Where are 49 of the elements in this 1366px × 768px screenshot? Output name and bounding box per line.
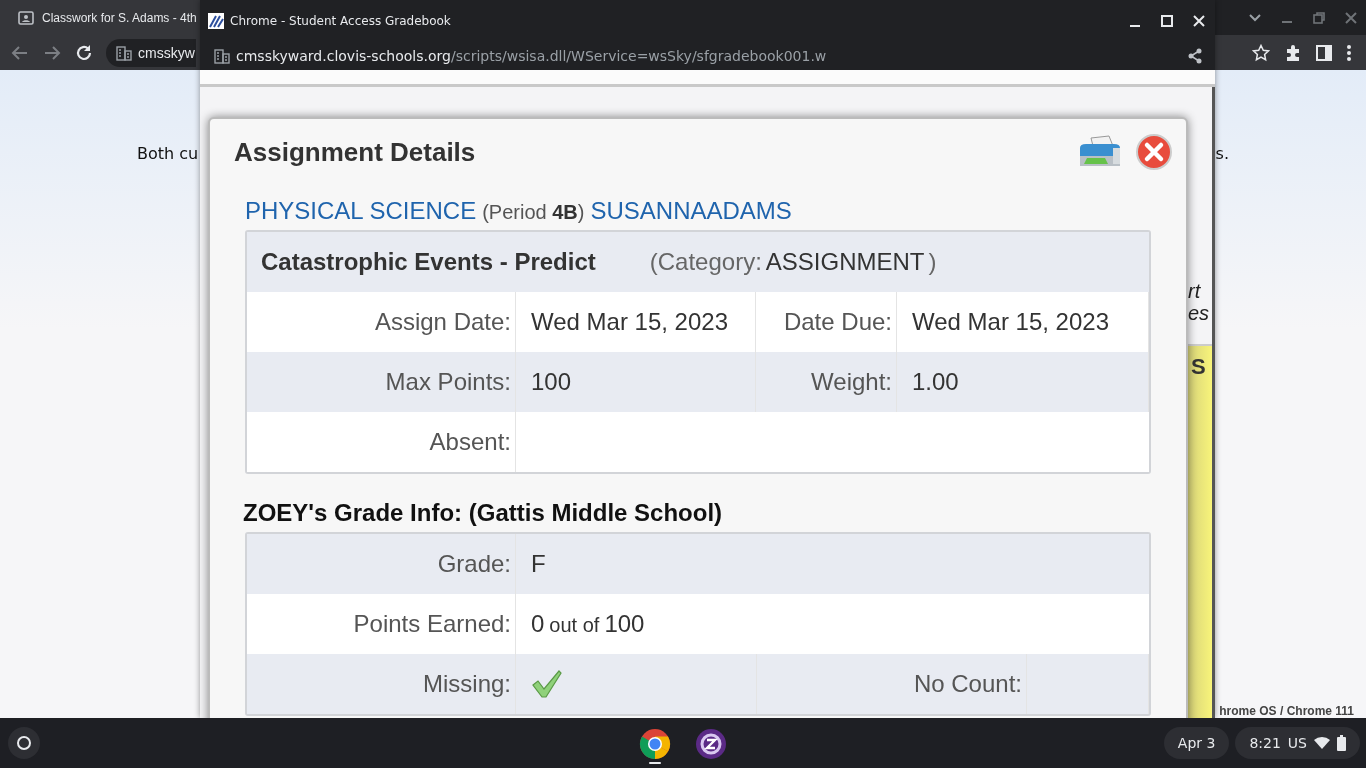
locale-text: US bbox=[1287, 735, 1307, 751]
menu-icon[interactable] bbox=[1346, 43, 1352, 62]
star-icon[interactable] bbox=[1252, 43, 1270, 62]
url-text: cmsskyward.clovis-schools.org/scripts/wsisa.dll/WService=wsSky/sfgradebook001.w bbox=[236, 48, 827, 64]
field-value: Wed Mar 15, 2023 bbox=[912, 308, 1109, 336]
field-value: F bbox=[531, 550, 546, 578]
period-text: (Period 4B) bbox=[482, 201, 585, 224]
address-bar[interactable]: cmsskyw bbox=[106, 38, 196, 67]
window-title: Chrome - Student Access Gradebook bbox=[230, 14, 451, 28]
field-value: Wed Mar 15, 2023 bbox=[531, 308, 728, 336]
launcher-button[interactable] bbox=[8, 727, 40, 759]
browser-tab[interactable]: Classwork for S. Adams - 4th bbox=[0, 0, 200, 35]
app-icon[interactable] bbox=[695, 728, 727, 760]
puzzle-icon[interactable] bbox=[1284, 43, 1302, 62]
category-text: (Category: ASSIGNMENT ) bbox=[649, 248, 937, 276]
dialog-title: Assignment Details bbox=[234, 136, 476, 168]
field-value: 100 bbox=[531, 368, 572, 396]
building-icon bbox=[214, 48, 230, 64]
course-link[interactable]: PHYSICAL SCIENCE bbox=[245, 197, 477, 225]
site-logo-icon bbox=[208, 13, 224, 29]
circle-icon bbox=[16, 735, 32, 751]
field-label: Absent: bbox=[247, 412, 516, 472]
field-label: No Count: bbox=[757, 654, 1027, 714]
page-text: s. bbox=[1215, 144, 1229, 163]
field-value: 1.00 bbox=[912, 368, 959, 396]
field-label: Missing: bbox=[247, 654, 516, 714]
page-text: rt bbox=[1188, 280, 1202, 302]
maximize-icon[interactable] bbox=[1159, 13, 1175, 29]
person-card-icon bbox=[18, 10, 34, 25]
restore-icon[interactable] bbox=[1312, 10, 1326, 25]
field-value: 0 out of 100 bbox=[531, 610, 645, 638]
assignment-name: Catastrophic Events - Predict bbox=[261, 248, 596, 276]
side-panel-icon[interactable] bbox=[1316, 44, 1332, 61]
section-heading: ZOEY's Grade Info: (Gattis Middle School) bbox=[243, 499, 724, 528]
clock-text: 8:21 bbox=[1249, 735, 1281, 751]
teacher-link[interactable]: SUSANNAADAMS bbox=[590, 197, 792, 225]
column-header: S bbox=[1190, 353, 1207, 380]
status-tray[interactable]: 8:21 US bbox=[1235, 727, 1360, 759]
page-text: es bbox=[1188, 302, 1211, 324]
footer-text: hrome OS / Chrome 111 bbox=[1219, 704, 1354, 718]
close-icon[interactable] bbox=[1191, 13, 1207, 29]
building-icon bbox=[116, 44, 132, 61]
wifi-icon bbox=[1314, 736, 1330, 750]
app-icon[interactable] bbox=[639, 728, 671, 760]
battery-icon bbox=[1337, 735, 1346, 751]
page-text: Both cu bbox=[137, 144, 199, 163]
chevron-down-icon[interactable] bbox=[1248, 12, 1262, 23]
date-button[interactable]: Apr 3 bbox=[1163, 727, 1230, 759]
share-icon[interactable] bbox=[1187, 48, 1203, 64]
